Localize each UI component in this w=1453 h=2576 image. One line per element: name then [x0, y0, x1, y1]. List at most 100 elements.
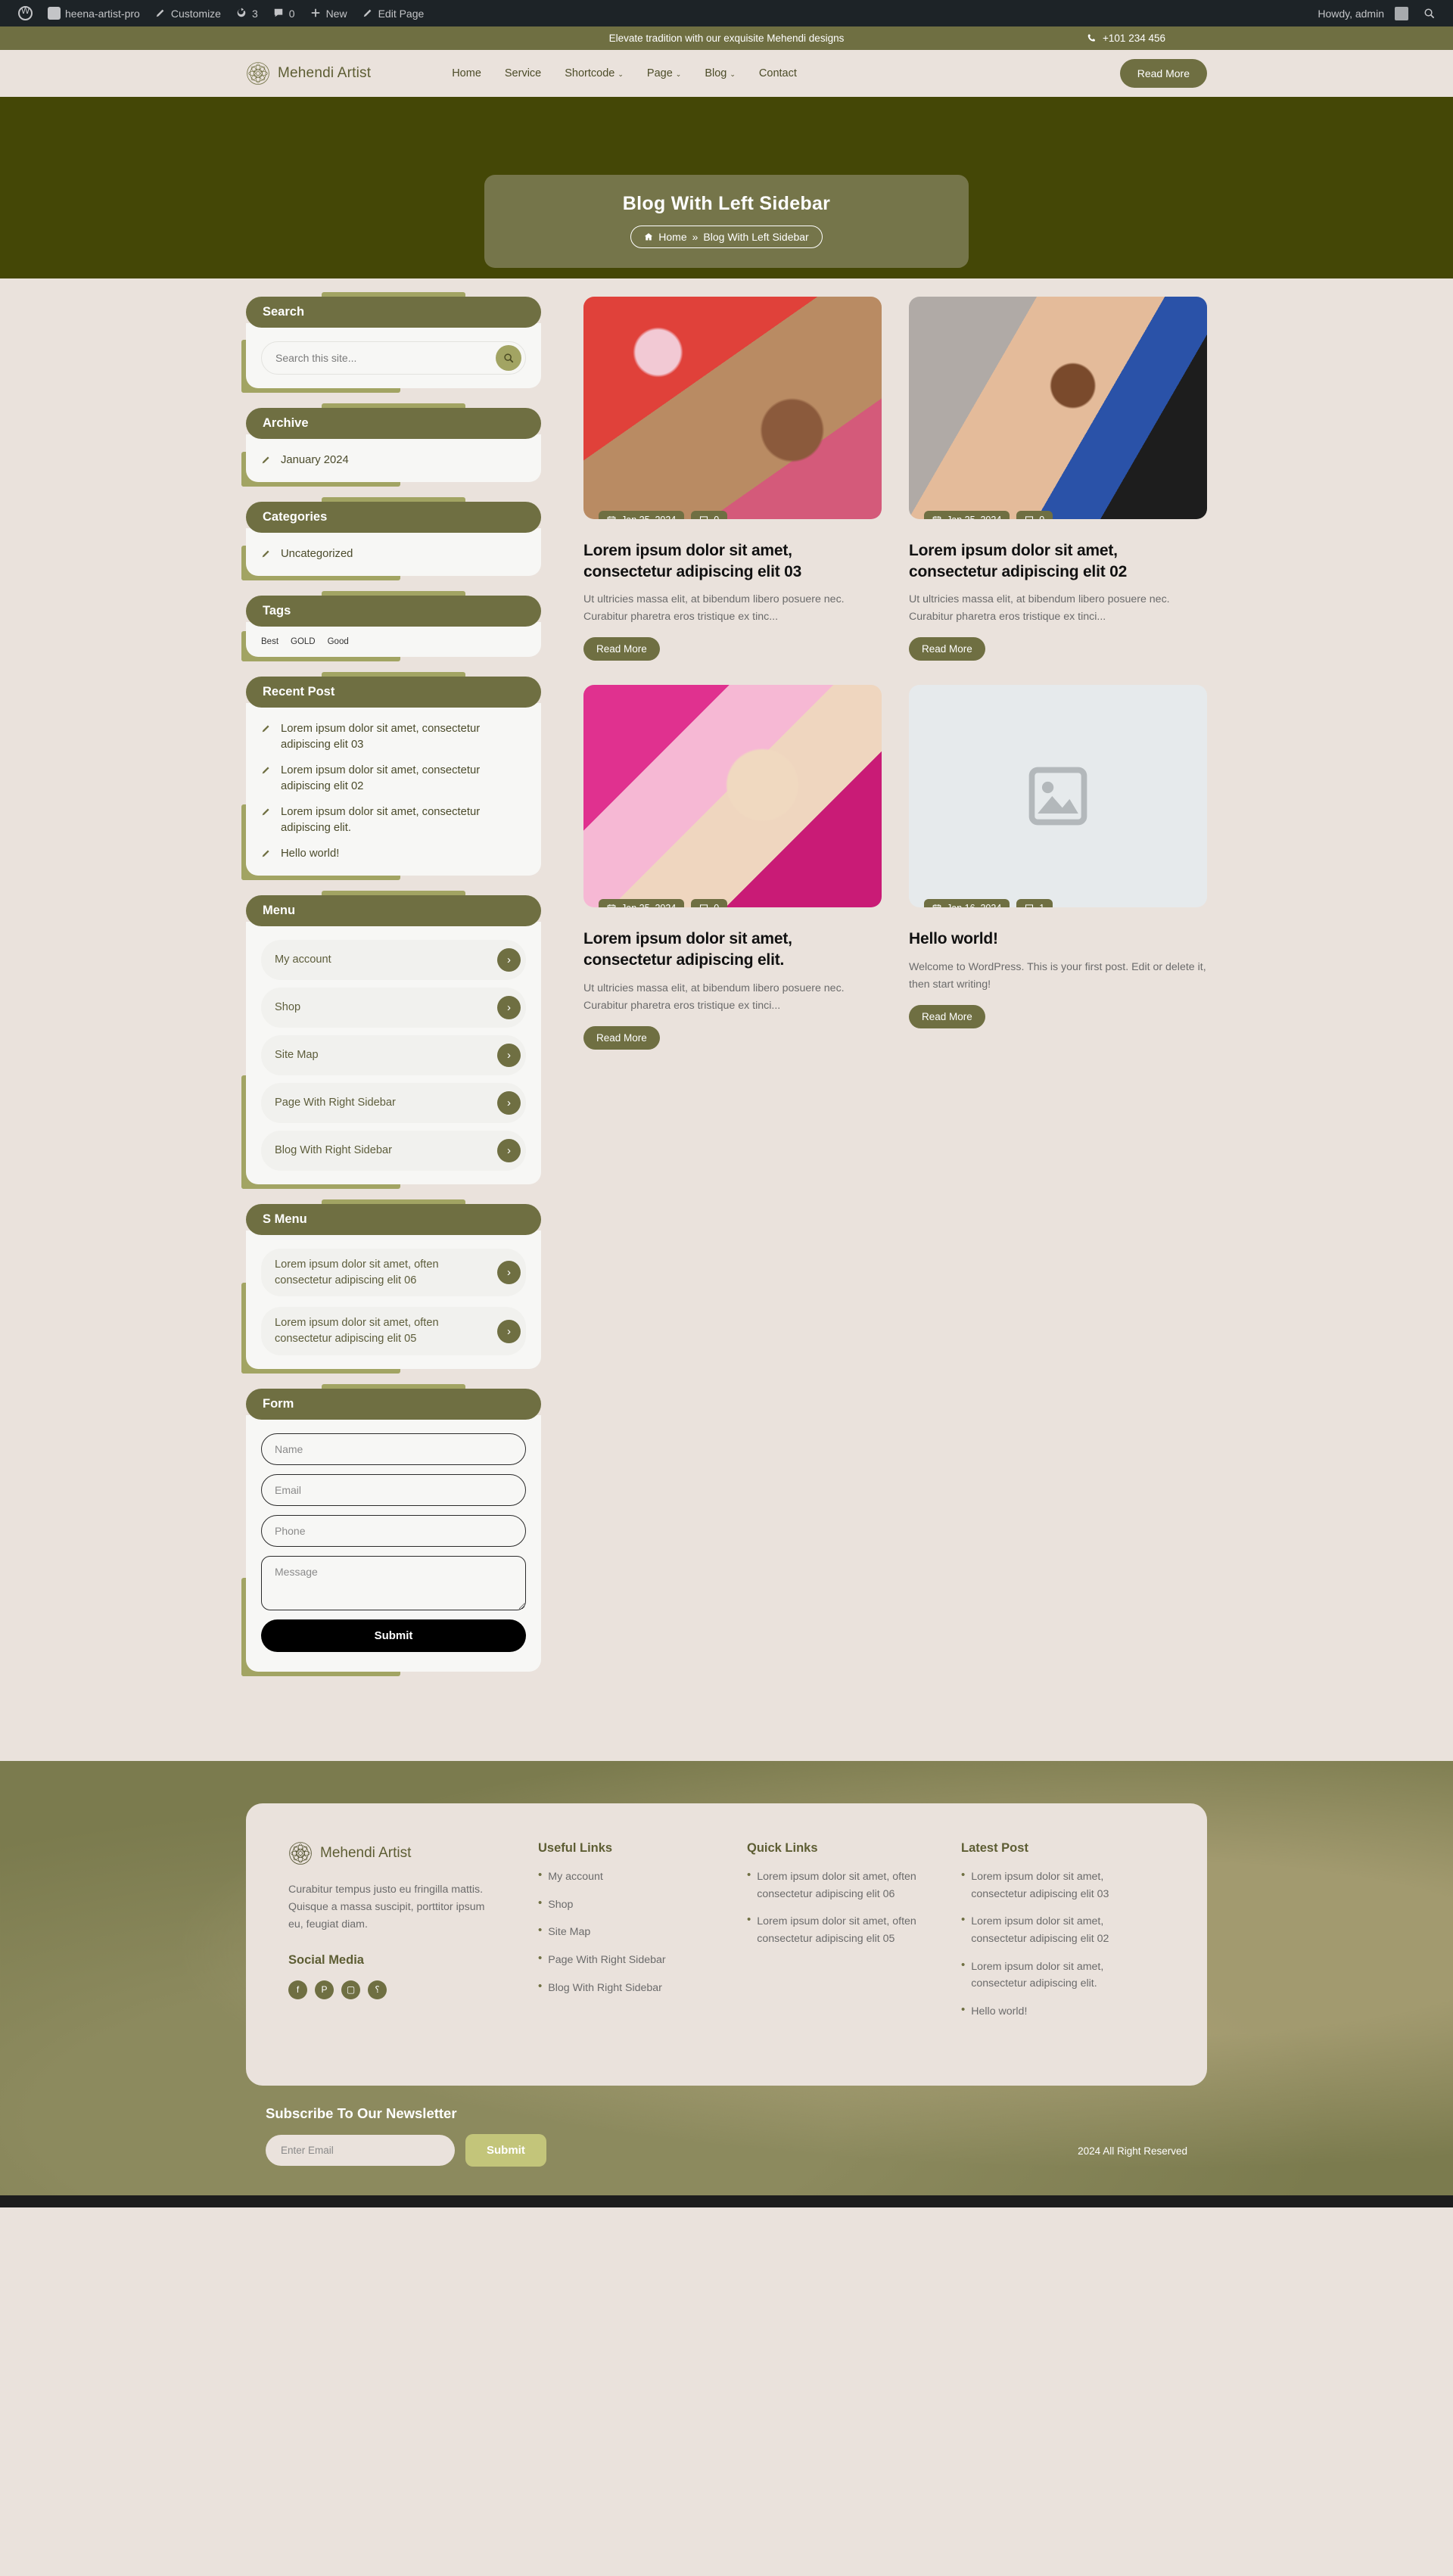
widget-body: My account › Shop › Site Map › Page With…: [246, 922, 541, 1184]
menu-item-shop[interactable]: Shop ›: [261, 988, 526, 1028]
nav-item-shortcode[interactable]: Shortcode ⌄: [565, 67, 624, 79]
email-field[interactable]: [261, 1473, 526, 1506]
chevron-right-icon[interactable]: ›: [497, 1044, 521, 1067]
tag-item[interactable]: Best: [261, 637, 278, 646]
list-item[interactable]: • Lorem ipsum dolor sit amet, consectetur…: [961, 1958, 1131, 1993]
nav-item-blog[interactable]: Blog ⌄: [705, 67, 736, 79]
breadcrumb-current: Blog With Left Sidebar: [703, 231, 809, 243]
nav-item-home[interactable]: Home: [452, 67, 481, 79]
image-placeholder-icon: [1028, 767, 1087, 826]
chevron-right-icon[interactable]: ›: [497, 1319, 521, 1343]
social-links: f P ▢ ⸮: [288, 1980, 494, 1999]
bullet-icon: •: [538, 1952, 543, 1965]
list-item[interactable]: • Lorem ipsum dolor sit amet, often conse…: [747, 1868, 917, 1902]
post-thumbnail[interactable]: Jan 25, 2024 0: [909, 297, 1207, 519]
site-name-menu[interactable]: heena-artist-pro: [40, 0, 148, 26]
menu-item-page-with-right-sidebar[interactable]: Page With Right Sidebar ›: [261, 1083, 526, 1123]
list-item[interactable]: • Page With Right Sidebar: [538, 1952, 703, 1969]
facebook-icon[interactable]: f: [288, 1980, 307, 1999]
smenu-item[interactable]: Lorem ipsum dolor sit amet, often consec…: [261, 1249, 526, 1297]
chevron-down-icon: ⌄: [730, 70, 736, 78]
nav-item-contact[interactable]: Contact: [759, 67, 797, 79]
post-title[interactable]: Hello world!: [909, 929, 1207, 950]
read-more-button[interactable]: Read More: [909, 1005, 985, 1029]
list-item[interactable]: • Shop: [538, 1896, 703, 1914]
message-field[interactable]: [261, 1555, 526, 1610]
read-more-button[interactable]: Read More: [583, 1025, 660, 1050]
widget-body: January 2024: [246, 434, 541, 482]
comments-counter[interactable]: 0: [266, 0, 303, 26]
nav-item-service[interactable]: Service: [505, 67, 541, 79]
menu-item-my-account[interactable]: My account ›: [261, 940, 526, 980]
chevron-right-icon[interactable]: ›: [497, 1261, 521, 1285]
chevron-right-icon[interactable]: ›: [497, 996, 521, 1019]
revisions-counter[interactable]: 3: [229, 0, 266, 26]
post-title[interactable]: Lorem ipsum dolor sit amet, consectetur …: [583, 929, 882, 970]
read-more-button[interactable]: Read More: [583, 637, 660, 661]
list-item[interactable]: • Site Map: [538, 1924, 703, 1941]
howdy-user-menu[interactable]: Howdy, admin: [1310, 0, 1416, 26]
footer-branding[interactable]: Mehendi Artist: [288, 1841, 494, 1865]
chevron-right-icon[interactable]: ›: [497, 948, 521, 972]
chevron-right-icon[interactable]: ›: [497, 1091, 521, 1115]
footer-description: Curabitur tempus justo eu fringilla matt…: [288, 1883, 485, 1930]
breadcrumb-home[interactable]: Home: [658, 231, 686, 243]
search-submit-button[interactable]: [496, 345, 521, 371]
menu-item-label: My account: [275, 954, 331, 966]
list-item[interactable]: • Lorem ipsum dolor sit amet, consectetur…: [961, 1868, 1131, 1902]
menu-item-blog-with-right-sidebar[interactable]: Blog With Right Sidebar ›: [261, 1131, 526, 1171]
search-input[interactable]: [275, 345, 496, 371]
menu-item-site-map[interactable]: Site Map ›: [261, 1035, 526, 1075]
post-thumbnail[interactable]: Jan 16, 2024 1: [909, 685, 1207, 908]
twitter-icon[interactable]: ⸮: [368, 1980, 387, 1999]
chevron-right-icon[interactable]: ›: [497, 1139, 521, 1162]
read-more-button[interactable]: Read More: [909, 637, 985, 661]
edit-page-link[interactable]: Edit Page: [355, 0, 432, 26]
howdy-label: Howdy, admin: [1318, 7, 1384, 20]
list-item[interactable]: Hello world!: [261, 846, 526, 862]
customize-link[interactable]: Customize: [148, 0, 229, 26]
list-item[interactable]: January 2024: [261, 453, 526, 468]
new-content-menu[interactable]: New: [303, 0, 355, 26]
newsletter-submit-button[interactable]: Submit: [465, 2133, 546, 2167]
list-item[interactable]: Lorem ipsum dolor sit amet, consectetur …: [261, 763, 526, 795]
post-title[interactable]: Lorem ipsum dolor sit amet, consectetur …: [909, 540, 1207, 582]
header-read-more-button[interactable]: Read More: [1119, 59, 1207, 88]
menu-item-label: Site Map: [275, 1049, 319, 1062]
mandala-logo-icon: [289, 1842, 312, 1865]
pencil-icon: [262, 550, 269, 558]
mandala-logo-icon: [247, 62, 269, 85]
instagram-icon[interactable]: ▢: [341, 1980, 360, 1999]
bullet-icon: •: [747, 1913, 751, 1927]
wp-logo-menu[interactable]: [11, 0, 40, 26]
nav-item-page[interactable]: Page ⌄: [647, 67, 681, 79]
footer-bottom-strip: [0, 2195, 1453, 2207]
list-item[interactable]: Uncategorized: [261, 546, 526, 562]
tag-item[interactable]: Good: [328, 637, 349, 646]
revisions-count: 3: [251, 7, 258, 20]
tag-item[interactable]: GOLD: [291, 637, 316, 646]
comment-bubble-icon: [273, 8, 285, 19]
form-submit-button[interactable]: Submit: [261, 1619, 526, 1652]
post-thumbnail[interactable]: Jan 25, 2024 0: [583, 297, 882, 519]
recent-post-label: Lorem ipsum dolor sit amet, consectetur …: [281, 806, 481, 834]
list-item[interactable]: • Blog With Right Sidebar: [538, 1980, 703, 1997]
list-item[interactable]: Lorem ipsum dolor sit amet, consectetur …: [261, 721, 526, 753]
post-thumbnail[interactable]: Jan 25, 2024 0: [583, 685, 882, 908]
list-item[interactable]: • Hello world!: [961, 2003, 1131, 2021]
phone-field[interactable]: [261, 1514, 526, 1547]
post-title[interactable]: Lorem ipsum dolor sit amet, consectetur …: [583, 540, 882, 582]
smenu-item[interactable]: Lorem ipsum dolor sit amet, often consec…: [261, 1307, 526, 1355]
newsletter-email-input[interactable]: [266, 2134, 455, 2166]
list-item[interactable]: • Lorem ipsum dolor sit amet, often conse…: [747, 1913, 917, 1947]
list-item[interactable]: • Lorem ipsum dolor sit amet, consectetur…: [961, 1913, 1131, 1947]
admin-search-button[interactable]: [1416, 0, 1442, 26]
phone-link[interactable]: +101 234 456: [1087, 33, 1165, 44]
pinterest-icon[interactable]: P: [315, 1980, 334, 1999]
list-item[interactable]: Lorem ipsum dolor sit amet, consectetur …: [261, 804, 526, 836]
top-info-bar: Elevate tradition with our exquisite Meh…: [0, 26, 1453, 50]
name-field[interactable]: [261, 1433, 526, 1465]
list-item[interactable]: • My account: [538, 1868, 703, 1886]
widget-body: Best GOLD Good: [246, 622, 541, 657]
site-branding[interactable]: Mehendi Artist: [246, 61, 371, 86]
